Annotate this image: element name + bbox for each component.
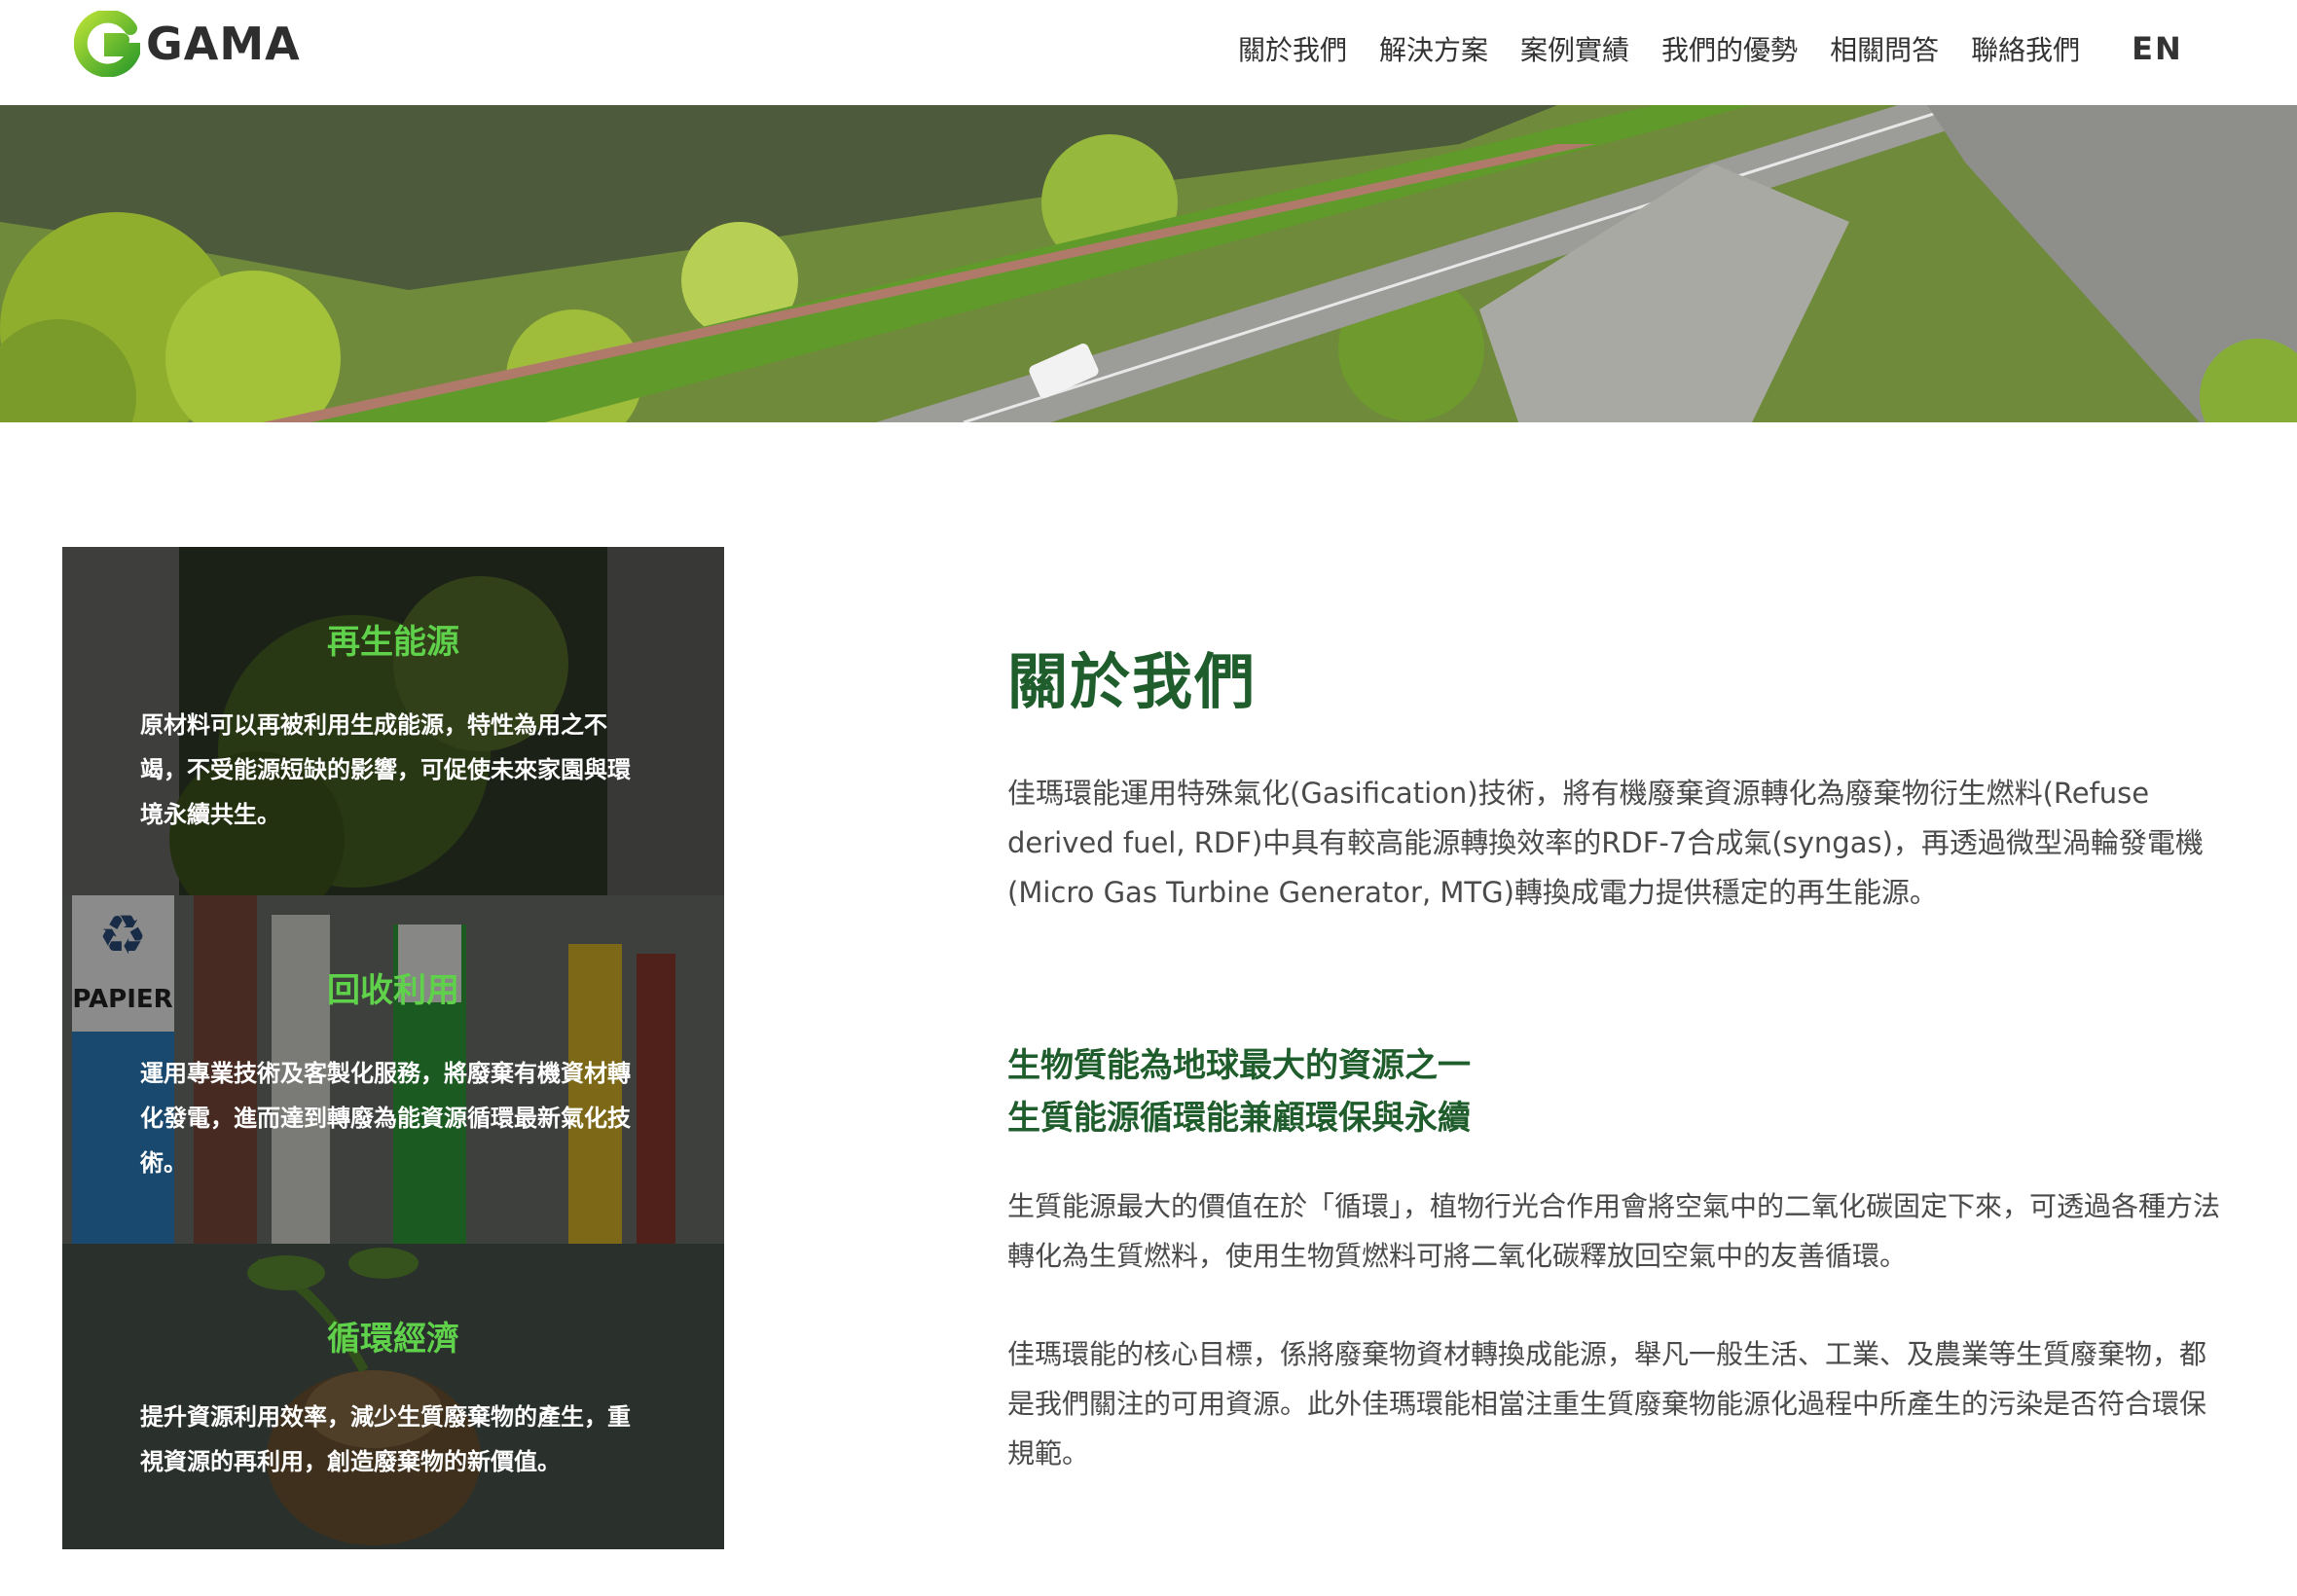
- site-header: GAMA 關於我們 解決方案 案例實績 我們的優勢 相關問答 聯絡我們 EN: [0, 0, 2297, 105]
- feature-title: 再生能源: [327, 623, 459, 662]
- feature-title: 循環經濟: [327, 1320, 459, 1359]
- about-intro: 佳瑪環能運用特殊氣化(Gasification)技術，將有機廢棄資源轉化為廢棄物…: [1007, 777, 2204, 909]
- feature-card-circular: 循環經濟 提升資源利用效率，減少生質廢棄物的產生，重視資源的再利用，創造廢棄物的…: [62, 1244, 724, 1549]
- gama-logo[interactable]: GAMA: [74, 10, 301, 78]
- about-paragraph-1: 生質能源最大的價值在於「循環」，植物行光合作用會將空氣中的二氧化碳固定下來，可透…: [1007, 1190, 2221, 1272]
- hero-banner-image: [0, 105, 2297, 422]
- feature-panel: 再生能源 原材料可以再被利用生成能源，特性為用之不竭，不受能源短缺的影響，可促使…: [62, 547, 724, 1549]
- about-section: 關於我們 佳瑪環能運用特殊氣化(Gasification)技術，將有機廢棄資源轉…: [1007, 633, 2224, 1478]
- feature-title: 回收利用: [327, 971, 459, 1010]
- gama-logo-icon: [74, 11, 140, 77]
- feature-card-recycle: PAPIER ♻ SZKŁO 回收利用 運用專業技術及客製化服務，將廢棄有機資材…: [62, 895, 724, 1244]
- language-switch[interactable]: EN: [2132, 30, 2183, 67]
- about-paragraph-2: 佳瑪環能的核心目標，係將廢棄物資材轉換成能源，舉凡一般生活、工業、及農業等生質廢…: [1007, 1338, 2207, 1469]
- nav-item-cases[interactable]: 案例實績: [1520, 29, 1629, 68]
- feature-description: 提升資源利用效率，減少生質廢棄物的產生，重視資源的再利用，創造廢棄物的新價值。: [140, 1403, 631, 1475]
- main-nav: 關於我們 解決方案 案例實績 我們的優勢 相關問答 聯絡我們 EN: [1238, 29, 2183, 68]
- logo-text: GAMA: [146, 18, 301, 70]
- feature-card-renewable: 再生能源 原材料可以再被利用生成能源，特性為用之不竭，不受能源短缺的影響，可促使…: [62, 547, 724, 895]
- about-title: 關於我們: [1007, 646, 1258, 717]
- nav-item-about[interactable]: 關於我們: [1238, 29, 1347, 68]
- about-subtitle-line2: 生質能源循環能兼顧環保與永續: [1007, 1099, 1471, 1138]
- feature-description: 原材料可以再被利用生成能源，特性為用之不竭，不受能源短缺的影響，可促使未來家園與…: [140, 711, 631, 828]
- about-subtitle-line1: 生物質能為地球最大的資源之一: [1007, 1046, 1471, 1085]
- nav-item-solutions[interactable]: 解決方案: [1379, 29, 1488, 68]
- nav-item-advantages[interactable]: 我們的優勢: [1661, 29, 1798, 68]
- about-subtitle: 生物質能為地球最大的資源之一 生質能源循環能兼顧環保與永續: [1007, 1039, 2224, 1144]
- feature-description: 運用專業技術及客製化服務，將廢棄有機資材轉化發電，進而達到轉廢為能資源循環最新氣…: [140, 1060, 631, 1177]
- nav-item-faq[interactable]: 相關問答: [1830, 29, 1939, 68]
- nav-item-contact[interactable]: 聯絡我們: [1971, 29, 2080, 68]
